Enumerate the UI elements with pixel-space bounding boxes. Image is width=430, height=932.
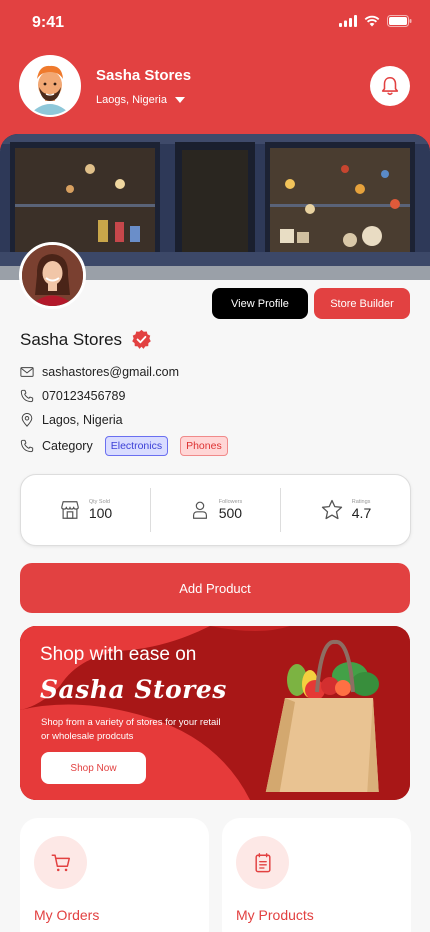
stat-text-ratings: Ratings 4.7 (352, 499, 371, 521)
signal-icon (339, 15, 357, 27)
promo-heading: Shop with ease on (40, 644, 197, 665)
wifi-icon (364, 15, 380, 27)
star-icon (321, 499, 342, 520)
my-products-card[interactable]: My Products (222, 818, 411, 932)
cart-icon (51, 853, 70, 871)
grocery-bag-illustration (265, 640, 379, 792)
address-text: Lagos, Nigeria (42, 413, 123, 427)
promo-banner: Shop with ease on Sasha Stores Shop from… (20, 626, 410, 800)
chevron-down-icon (174, 96, 185, 103)
user-avatar[interactable] (19, 55, 81, 117)
my-products-icon-wrap (236, 836, 289, 889)
location-label: Laogs, Nigeria (96, 94, 167, 106)
location-selector[interactable]: Laogs, Nigeria (96, 94, 185, 106)
store-name-row: Sasha Stores (20, 329, 152, 350)
my-products-label: My Products (236, 907, 314, 923)
category-row: Category Electronics Phones (20, 436, 228, 456)
stat-ratings: Ratings 4.7 (280, 488, 410, 532)
notification-button[interactable] (370, 66, 410, 106)
my-orders-label: My Orders (34, 907, 100, 923)
category-tag-electronics[interactable]: Electronics (104, 436, 169, 456)
stat-value-followers: 500 (218, 505, 243, 521)
header-store-name: Sasha Stores (96, 67, 192, 84)
email-row: sashastores@gmail.com (20, 365, 179, 379)
stat-value-qty-sold: 100 (88, 505, 113, 521)
category-label: Category (42, 439, 93, 453)
verified-badge-icon (132, 329, 151, 349)
store-name: Sasha Stores (20, 329, 123, 349)
phone-row: 070123456789 (20, 389, 125, 403)
stat-text-followers: Followers 500 (219, 499, 243, 521)
promo-description: Shop from a variety of stores for your r… (41, 717, 221, 742)
user-icon (192, 501, 207, 519)
location-pin-icon (21, 413, 33, 427)
category-phone-icon (20, 439, 34, 453)
battery-icon (387, 15, 412, 27)
shop-now-button[interactable]: Shop Now (41, 752, 146, 784)
stats-card: Qty Sold 100 Followers 500 Ratings 4.7 (20, 474, 411, 546)
store-builder-button[interactable]: Store Builder (314, 288, 410, 319)
header: 9:41 Sasha Stores Laogs, Nigeria (0, 0, 430, 150)
my-orders-card[interactable]: My Orders (20, 818, 209, 932)
stat-value-ratings: 4.7 (351, 505, 372, 521)
phone-text: 070123456789 (42, 389, 126, 403)
store-icon (60, 501, 79, 519)
stat-qty-sold: Qty Sold 100 (21, 488, 150, 532)
profile-photo-illustration (22, 245, 83, 306)
status-time: 9:41 (32, 14, 65, 31)
category-tag-phones[interactable]: Phones (180, 436, 228, 456)
avatar-illustration (21, 57, 79, 115)
view-profile-button[interactable]: View Profile (212, 288, 308, 319)
store-profile-photo (19, 242, 86, 309)
add-product-button[interactable]: Add Product (20, 563, 410, 613)
stat-followers: Followers 500 (150, 488, 280, 532)
clipboard-icon (254, 852, 271, 872)
email-text: sashastores@gmail.com (42, 365, 180, 379)
status-icons (339, 15, 412, 27)
phone-icon (20, 389, 34, 403)
promo-brand-name: Sasha Stores (40, 675, 227, 704)
address-row: Lagos, Nigeria (20, 413, 123, 427)
stat-text-qty-sold: Qty Sold 100 (89, 499, 112, 521)
bell-icon (381, 76, 399, 96)
mail-icon (20, 367, 34, 377)
my-orders-icon-wrap (34, 836, 87, 889)
